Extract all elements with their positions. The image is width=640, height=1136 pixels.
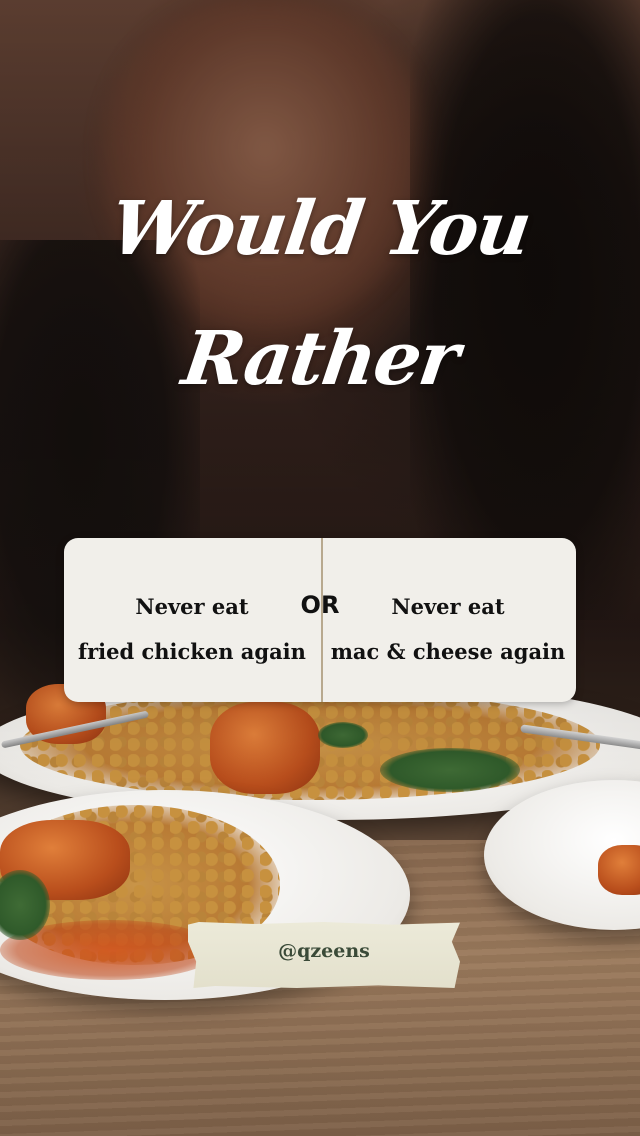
option-left[interactable]: Never eat fried chicken again [64, 584, 320, 674]
question-card: Never eat fried chicken again OR Never e… [64, 538, 576, 702]
option-right-line1: Never eat [391, 594, 505, 619]
title-line-2: Rather [177, 316, 463, 402]
option-left-line2: fried chicken again [78, 639, 306, 664]
option-right-line2: mac & cheese again [330, 639, 566, 664]
option-right[interactable]: Never eat mac & cheese again [320, 584, 576, 674]
account-handle[interactable]: @qzeens [188, 940, 460, 962]
title-line-1: Would You [105, 186, 535, 272]
story-screen: Would You Rather Never eat fried chicken… [0, 0, 640, 1136]
option-left-line1: Never eat [135, 594, 249, 619]
